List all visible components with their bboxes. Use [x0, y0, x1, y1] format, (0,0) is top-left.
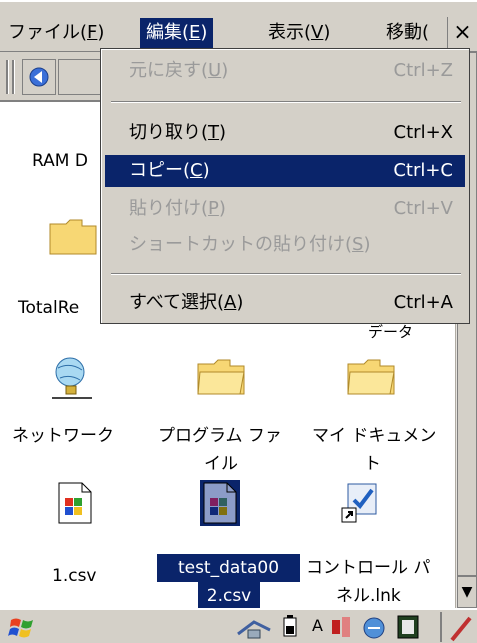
my-documents-label-line2: ト	[364, 454, 381, 474]
menu-item-paste-mnemonic: P	[208, 198, 219, 219]
edit-dropdown-menu: 元に戻す(U) Ctrl+Z 切り取り(T) Ctrl+X コピー(C) Ctr…	[100, 48, 470, 324]
menu-edit-mnemonic: E	[189, 22, 201, 43]
selected-file-label-line2: 2.csv	[198, 582, 260, 610]
menu-view-label: 表示(	[268, 22, 312, 43]
toolbar	[0, 52, 110, 102]
menu-file-label: ファイル(	[8, 22, 88, 43]
menu-item-paste-suffix: )	[218, 198, 226, 219]
menu-item-cut-suffix: )	[219, 122, 227, 143]
menu-item-select-all-mnemonic: A	[224, 292, 237, 313]
menu-item-copy-suffix: )	[202, 160, 210, 181]
menu-item-cut-label: 切り取り(	[129, 122, 209, 143]
program-files-label-line1: プログラム ファ	[158, 426, 282, 446]
menu-item-copy-mnemonic: C	[190, 160, 203, 181]
ram-disk-label: RAM D	[32, 151, 88, 171]
menu-edit-suffix: )	[200, 22, 208, 43]
close-button[interactable]: ×	[447, 17, 477, 49]
data-folder-label: データ	[368, 324, 414, 341]
menu-go-label: 移動(	[386, 22, 430, 43]
menu-view[interactable]: 表示(V)	[262, 18, 336, 48]
connection-icon[interactable]	[236, 616, 272, 640]
menu-file-mnemonic: F	[87, 22, 98, 43]
menu-item-paste-label: 貼り付け(	[129, 198, 209, 219]
back-arrow-icon	[29, 67, 49, 87]
control-panel-label-line2: ネル.lnk	[336, 586, 401, 606]
menu-item-copy-shortcut: Ctrl+C	[393, 160, 453, 181]
toolbar-grip[interactable]	[6, 60, 9, 94]
folder-icon[interactable]	[196, 356, 246, 396]
menu-edit[interactable]: 編集(E)	[140, 18, 214, 48]
menu-view-mnemonic: V	[311, 22, 324, 43]
menu-separator	[111, 273, 461, 275]
control-panel-shortcut-icon[interactable]	[340, 480, 382, 526]
network-label: ネットワーク	[12, 426, 114, 446]
menu-item-paste-shortcut: Ctrl+V	[393, 198, 453, 219]
keyboard-icon[interactable]	[396, 614, 420, 640]
menu-bar: ファイル(F) 編集(E) 表示(V) 移動( ×	[0, 0, 477, 52]
menu-file-suffix: )	[97, 22, 105, 43]
menu-bar-top-line	[0, 0, 477, 2]
menu-item-select-all-label: すべて選択(	[129, 292, 225, 313]
taskbar: A	[0, 608, 477, 643]
menu-item-undo-mnemonic: U	[208, 60, 222, 81]
menu-edit-label: 編集(	[146, 22, 190, 43]
menu-item-cut-mnemonic: T	[208, 122, 220, 143]
menu-item-paste-shortcut-mnemonic: S	[352, 234, 364, 255]
menu-item-cut[interactable]: 切り取り(T) Ctrl+X	[105, 117, 465, 149]
menu-go[interactable]: 移動(	[380, 18, 448, 48]
menu-item-copy[interactable]: コピー(C) Ctrl+C	[105, 155, 465, 187]
menu-item-select-all-shortcut: Ctrl+A	[393, 292, 453, 313]
total-recall-label: TotalRe	[18, 298, 80, 318]
control-panel-label-line1: コントロール パ	[306, 558, 431, 578]
menu-item-select-all-suffix: )	[236, 292, 244, 313]
taskbar-divider	[440, 612, 442, 642]
menu-item-select-all[interactable]: すべて選択(A) Ctrl+A	[105, 287, 465, 319]
forward-button[interactable]	[58, 59, 102, 95]
menu-file[interactable]: ファイル(F)	[2, 18, 110, 48]
back-button[interactable]	[22, 59, 56, 95]
menu-item-paste-shortcut-suffix: )	[363, 234, 371, 255]
menu-item-paste[interactable]: 貼り付け(P) Ctrl+V	[105, 193, 465, 225]
stylus-icon[interactable]	[448, 614, 474, 642]
menu-item-undo-label: 元に戻す(	[129, 60, 209, 81]
csv-file-icon[interactable]	[58, 482, 92, 524]
folder-icon[interactable]	[48, 216, 98, 256]
menu-separator	[111, 101, 461, 103]
volume-icon[interactable]	[330, 614, 352, 640]
wireless-icon[interactable]	[362, 614, 386, 640]
arrow-down-icon: ▼	[461, 584, 473, 600]
menu-item-paste-shortcut[interactable]: ショートカットの貼り付け(S)	[105, 229, 465, 261]
folder-icon[interactable]	[346, 356, 396, 396]
menu-item-cut-shortcut: Ctrl+X	[393, 122, 453, 143]
csv-file-icon[interactable]	[203, 482, 237, 524]
close-icon: ×	[453, 20, 472, 45]
menu-item-undo[interactable]: 元に戻す(U) Ctrl+Z	[105, 55, 465, 87]
my-documents-label-line1: マイ ドキュメン	[312, 426, 437, 446]
menu-item-undo-shortcut: Ctrl+Z	[393, 60, 453, 81]
menu-view-suffix: )	[323, 22, 331, 43]
start-windows-icon[interactable]	[8, 614, 36, 640]
menu-item-paste-shortcut-label: ショートカットの貼り付け(	[129, 234, 353, 255]
input-mode-indicator[interactable]: A	[312, 616, 323, 635]
menu-item-copy-label: コピー(	[129, 160, 191, 181]
toolbar-grip-2	[12, 60, 15, 94]
network-icon[interactable]	[48, 354, 96, 402]
menu-item-undo-suffix: )	[221, 60, 229, 81]
battery-icon[interactable]	[280, 614, 302, 640]
scroll-down-button[interactable]: ▼	[457, 576, 477, 608]
program-files-label-line2: イル	[204, 454, 238, 474]
selected-file-label-line1: test_data00	[157, 554, 300, 582]
csv-file-label: 1.csv	[52, 566, 97, 586]
